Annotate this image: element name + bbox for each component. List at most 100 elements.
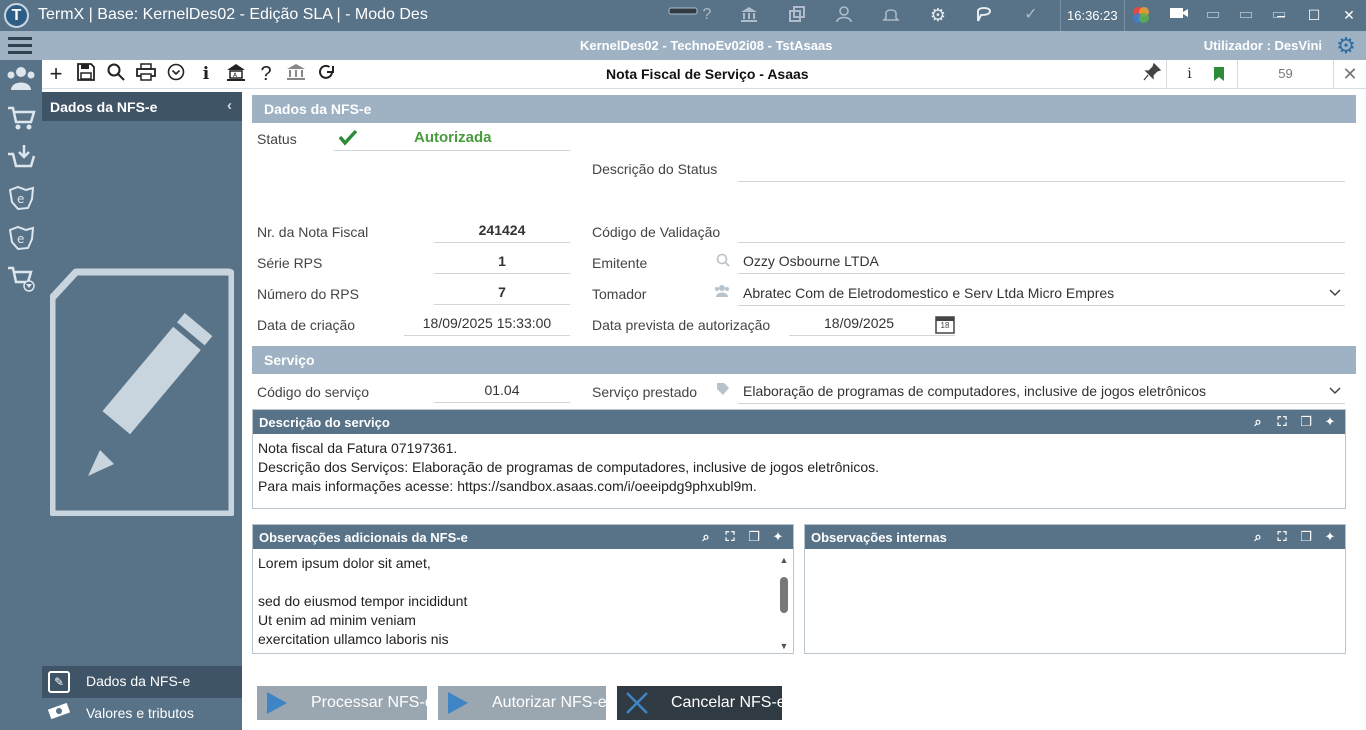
cod-validacao-field[interactable] [738, 219, 1345, 243]
svg-text:e: e [17, 192, 24, 206]
observacoes-internas-header: Observações internas ⌕ ⛶ ❐ ✦ [805, 525, 1345, 549]
status-desc-field[interactable] [738, 158, 1345, 182]
scrollbar-thumb[interactable] [780, 577, 788, 613]
map-e-icon[interactable]: e [4, 184, 38, 216]
search-icon[interactable]: ⌕ [1249, 528, 1267, 546]
copy-icon[interactable]: ❐ [1297, 528, 1315, 546]
copy-icon[interactable]: ❐ [1297, 413, 1315, 431]
servico-prestado-field[interactable]: Elaboração de programas de computadores,… [738, 380, 1345, 404]
scrollbar[interactable]: ▲ ▼ [779, 555, 789, 651]
observacoes-title: Observações adicionais da NFS-e [259, 530, 468, 545]
close-button[interactable]: ✕ [1333, 0, 1365, 31]
cancelar-button[interactable]: Cancelar NFS-e [617, 686, 786, 720]
color-wheel-icon[interactable] [1130, 5, 1152, 25]
scroll-down-icon[interactable]: ▼ [779, 641, 789, 651]
document-edit-small-icon: ✎ [48, 671, 70, 693]
search-icon[interactable]: ⌕ [1249, 413, 1267, 431]
tag-icon[interactable] [716, 382, 730, 399]
magic-icon[interactable]: ✦ [1321, 528, 1339, 546]
toolbar: + i A ? Nota Fiscal de Serviço - Asaas i… [42, 60, 1366, 89]
maximize-button[interactable]: ☐ [1298, 0, 1330, 31]
chevron-down-icon[interactable] [1329, 380, 1341, 402]
people-icon[interactable] [714, 284, 730, 301]
nr-nota-label: Nr. da Nota Fiscal [257, 224, 369, 240]
windows-icon[interactable] [786, 5, 808, 25]
expand-icon[interactable]: ⛶ [721, 528, 739, 546]
scroll-up-icon[interactable]: ▲ [779, 555, 789, 565]
search-icon[interactable] [716, 253, 730, 270]
bank-doc-icon[interactable]: A [224, 63, 248, 85]
chevron-down-icon[interactable] [1329, 282, 1341, 304]
magic-icon[interactable]: ✦ [769, 528, 787, 546]
numero-rps-field[interactable]: 7 [434, 281, 570, 305]
print-icon[interactable] [134, 63, 158, 85]
serie-field[interactable]: 1 [434, 250, 570, 274]
tomador-value: Abratec Com de Eletrodomestico e Serv Lt… [743, 285, 1115, 301]
settings-icon[interactable]: ⚙ [1334, 34, 1358, 58]
cod-servico-field[interactable]: 01.04 [434, 379, 570, 403]
user-icon[interactable] [833, 5, 855, 25]
help-icon[interactable]: ? [254, 63, 278, 85]
descricao-panel-header: Descrição do serviço ⌕ ⛶ ❐ ✦ [253, 410, 1345, 434]
copy-icon[interactable]: ❐ [745, 528, 763, 546]
data-prevista-field[interactable]: 18/09/2025 18 [789, 312, 955, 336]
chevron-circle-icon[interactable] [164, 63, 188, 85]
info-icon[interactable]: i [194, 63, 218, 85]
nav-dados-nfse[interactable]: ✎ Dados da NFS-e [42, 666, 242, 698]
bell-icon[interactable] [880, 5, 902, 25]
observacoes-internas-text[interactable] [805, 549, 1345, 559]
pin-icon[interactable] [1140, 62, 1164, 85]
refresh-icon[interactable] [314, 63, 338, 85]
institution-icon[interactable] [284, 63, 308, 85]
search-icon[interactable]: ⌕ [697, 528, 715, 546]
menu-icon[interactable] [8, 37, 32, 54]
magic-icon[interactable]: ✦ [1321, 413, 1339, 431]
cart-filter-icon[interactable] [4, 264, 38, 296]
collapse-chevron-icon[interactable]: ‹ [227, 97, 232, 114]
play-icon [446, 691, 470, 715]
observacoes-text[interactable]: Lorem ipsum dolor sit amet, sed do eiusm… [253, 549, 793, 654]
descricao-text[interactable]: Nota fiscal da Fatura 07197361. Descriçã… [253, 434, 1345, 501]
observacoes-line [258, 573, 788, 592]
monitor-icon[interactable]: ▭ [1235, 5, 1257, 25]
data-prevista-label: Data prevista de autorização [592, 317, 771, 333]
money-icon [47, 702, 71, 725]
check-icon[interactable]: ✓ [1020, 5, 1042, 25]
save-icon[interactable] [74, 63, 98, 85]
tablet-icon[interactable]: ▭ [1202, 5, 1224, 25]
expand-icon[interactable]: ⛶ [1273, 528, 1291, 546]
emitente-field[interactable]: Ozzy Osbourne LTDA [738, 250, 1345, 274]
minimize-panel-icon[interactable] [668, 2, 698, 22]
status-desc-label: Descrição do Status [592, 161, 718, 177]
data-criacao-field[interactable]: 18/09/2025 15:33:00 [404, 312, 570, 336]
bank-icon[interactable] [738, 5, 760, 25]
descricao-line: Descrição dos Serviços: Elaboração de pr… [258, 459, 879, 475]
status-value: Autorizada [414, 129, 492, 146]
map-e-alt-icon[interactable]: e [4, 224, 38, 256]
minimize-button[interactable]: – [1265, 0, 1297, 31]
cart-down-icon[interactable] [4, 144, 38, 176]
servico-prestado-label: Serviço prestado [592, 384, 698, 400]
people-icon[interactable] [4, 64, 38, 96]
close-form-icon[interactable]: ✕ [1333, 60, 1366, 88]
data-criacao-label: Data de criação [257, 317, 356, 333]
help-icon[interactable]: ? [696, 5, 718, 25]
autorizar-button[interactable]: Autorizar NFS-e [438, 686, 607, 720]
search-icon[interactable] [104, 63, 128, 85]
expand-icon[interactable]: ⛶ [1273, 413, 1291, 431]
chat-icon[interactable] [973, 5, 995, 25]
bookmark-icon[interactable] [1202, 60, 1236, 88]
tomador-field[interactable]: Abratec Com de Eletrodomestico e Serv Lt… [738, 282, 1345, 306]
add-icon[interactable]: + [44, 63, 68, 85]
camera-icon[interactable] [1168, 5, 1190, 25]
cart-icon[interactable] [4, 104, 38, 136]
nav-valores-tributos[interactable]: Valores e tributos [42, 698, 242, 730]
document-edit-icon [48, 268, 236, 518]
nr-nota-field[interactable]: 241424 [434, 219, 570, 243]
settings-gear-icon[interactable]: ⚙ [927, 5, 949, 25]
document-title: Nota Fiscal de Serviço - Asaas [606, 66, 809, 82]
status-label: Status [257, 131, 297, 147]
play-icon [265, 691, 289, 715]
calendar-icon[interactable]: 18 [935, 314, 955, 334]
processar-button[interactable]: Processar NFS-e [257, 686, 434, 720]
